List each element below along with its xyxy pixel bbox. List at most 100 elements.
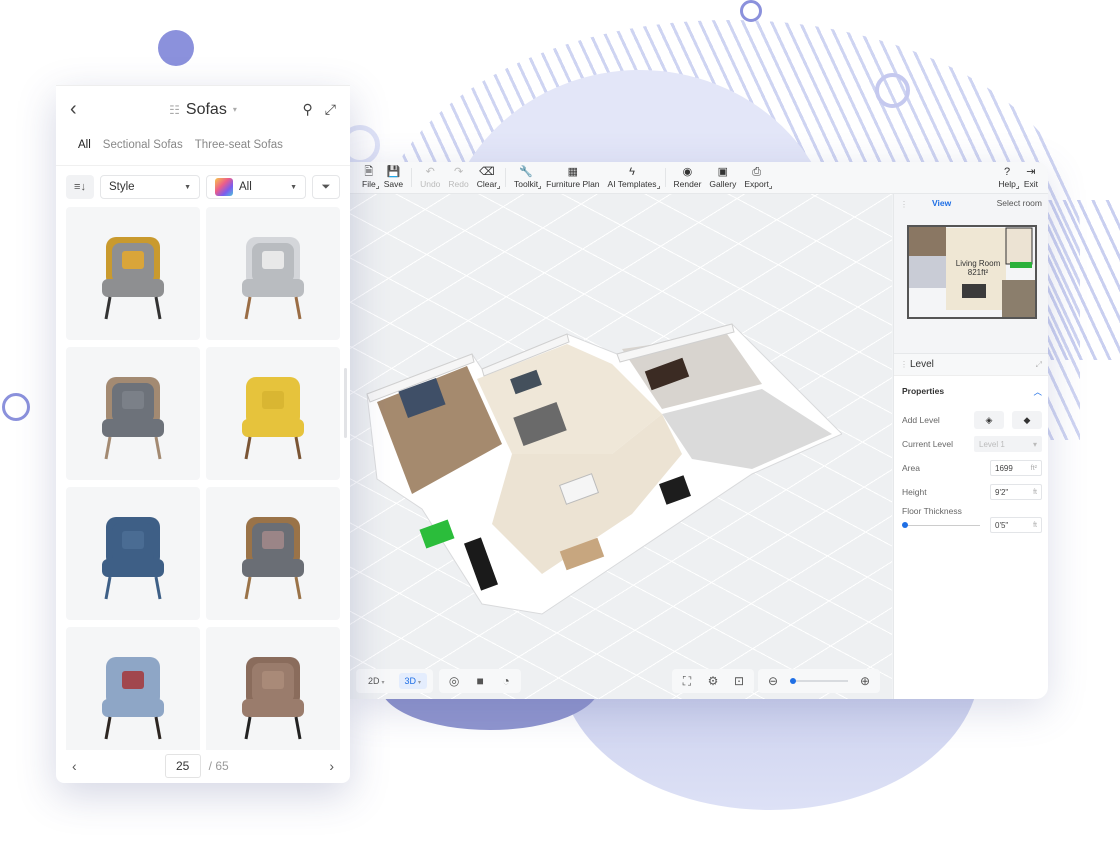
undo-button[interactable]: ↶ Undo — [416, 162, 444, 193]
minimap[interactable]: ⋮ View Select room Living Room 821ft² — [894, 194, 1048, 354]
filter-icon[interactable]: ⏷ — [312, 175, 340, 199]
furniture-plan-button[interactable]: ▦ Furniture Plan — [542, 162, 603, 193]
floor-plan-3d-graphic — [366, 323, 843, 615]
tab-all[interactable]: All — [78, 139, 91, 151]
file-label: File — [362, 179, 376, 189]
back-icon[interactable]: ‹ — [70, 98, 77, 121]
drag-handle-icon[interactable]: ⋮ — [900, 360, 908, 369]
zoom-in-icon[interactable]: ⊕ — [856, 672, 874, 690]
properties-header[interactable]: Properties ︿ — [902, 386, 1042, 398]
decor-ring-top — [740, 0, 762, 22]
minimap-room-label: Living Room — [956, 259, 1001, 268]
chevron-down-icon: ▾ — [232, 105, 237, 114]
clear-label: Clear — [476, 179, 498, 189]
add-level-label: Add Level — [902, 415, 940, 425]
floor-thickness-row: 0'5" ft — [902, 516, 1042, 534]
clear-button[interactable]: ⌫ Clear — [473, 162, 501, 193]
height-field[interactable]: 9'2" ft — [990, 484, 1042, 500]
cube-icon[interactable]: ■ — [471, 672, 489, 690]
product-card[interactable] — [206, 207, 340, 340]
toolkit-button[interactable]: 🔧 Toolkit — [510, 162, 542, 193]
zoom-slider-knob[interactable] — [790, 678, 796, 684]
export-button[interactable]: ⎙ Export — [740, 162, 773, 193]
level-panel-header: ⋮ Level ⤢ — [894, 354, 1048, 376]
product-card[interactable] — [66, 207, 200, 340]
scrollbar[interactable] — [344, 368, 347, 438]
add-level-below-button[interactable]: ◆ — [1012, 411, 1042, 429]
toolbar-divider — [411, 168, 413, 187]
product-card[interactable] — [66, 347, 200, 480]
chair-thumbnail — [242, 656, 304, 739]
furniture-plan-icon: ▦ — [567, 166, 579, 178]
save-button[interactable]: 💾 Save — [380, 162, 407, 193]
category-tabs: All Sectional Sofas Three-seat Sofas — [56, 133, 350, 157]
search-icon[interactable]: ⚲ — [303, 101, 313, 118]
focus-icon[interactable]: ⊡ — [730, 672, 748, 690]
chevron-down-icon: ▼ — [290, 183, 297, 191]
3d-canvas[interactable]: 2D ▾ 3D ▾ ◎ ■ ◔ ⛶ ⚙ ⊡ ⊖ ⊕ — [350, 194, 892, 699]
zoom-slider[interactable] — [790, 678, 848, 684]
color-dropdown[interactable]: All ▼ — [206, 175, 306, 199]
ai-templates-button[interactable]: ϟ AI Templates — [604, 162, 661, 193]
current-level-select[interactable]: Level 1 ▾ — [974, 436, 1042, 452]
sort-button[interactable]: ≡↓ — [66, 175, 94, 199]
camera-frame-icon[interactable]: ⛶ — [678, 672, 696, 690]
chair-thumbnail — [102, 376, 164, 459]
product-card[interactable] — [66, 487, 200, 620]
area-label: Area — [902, 463, 920, 473]
export-label: Export — [744, 179, 769, 189]
chevron-down-icon: ▾ — [381, 680, 385, 686]
next-page-icon[interactable]: › — [329, 758, 334, 774]
gallery-icon: ▣ — [717, 166, 729, 178]
add-level-above-button[interactable]: ◈ — [974, 411, 1004, 429]
redo-icon: ↷ — [453, 166, 464, 178]
drag-handle-icon[interactable]: ⋮ — [900, 200, 908, 209]
current-level-value: Level 1 — [979, 439, 1005, 449]
undo-label: Undo — [420, 179, 441, 189]
right-panel: ⋮ View Select room Living Room 821ft² ⋮ L… — [893, 194, 1048, 699]
help-button[interactable]: ? Help — [994, 162, 1020, 193]
product-card[interactable] — [206, 347, 340, 480]
floor-thickness-unit: ft — [1033, 521, 1037, 529]
product-card[interactable] — [206, 487, 340, 620]
gauge-icon[interactable]: ◔ — [497, 672, 515, 690]
zoom-out-icon[interactable]: ⊖ — [764, 672, 782, 690]
expand-icon[interactable]: ⤢ — [325, 101, 336, 118]
floor-thickness-knob[interactable] — [902, 521, 908, 528]
zoom-bar: ⛶ ⚙ ⊡ ⊖ ⊕ — [672, 669, 880, 693]
expand-icon[interactable]: ⤢ — [1036, 360, 1042, 370]
mode-2d-button[interactable]: 2D ▾ — [362, 673, 391, 689]
redo-button[interactable]: ↷ Redo — [444, 162, 472, 193]
select-room-button[interactable]: Select room — [997, 198, 1042, 208]
minimap-view-tab[interactable]: View — [932, 198, 951, 208]
mode-2d-label: 2D — [368, 676, 380, 686]
product-card[interactable] — [206, 627, 340, 750]
chair-thumbnail — [102, 236, 164, 319]
camera-settings-icon[interactable]: ⚙ — [704, 672, 722, 690]
gallery-button[interactable]: ▣ Gallery — [705, 162, 740, 193]
catalog-panel: ‹ ☷ Sofas ▾ ⚲ ⤢ All Sectional Sofas Three-… — [56, 85, 350, 783]
help-label: Help — [998, 179, 1016, 189]
file-button[interactable]: 🗎 File — [358, 162, 380, 193]
product-card[interactable] — [66, 627, 200, 750]
render-button[interactable]: ◉ Render — [670, 162, 706, 193]
eye-icon[interactable]: ◎ — [445, 672, 463, 690]
category-title: Sofas — [185, 100, 227, 118]
tab-three-seat-sofas[interactable]: Three-seat Sofas — [195, 139, 283, 151]
floor-thickness-value: 0'5" — [995, 520, 1009, 530]
page-input[interactable]: 25 — [164, 754, 201, 778]
floor-plan-3d[interactable] — [362, 314, 843, 634]
prev-page-icon[interactable]: ‹ — [72, 758, 77, 774]
list-icon: ☷ — [169, 102, 180, 117]
tab-sectional-sofas[interactable]: Sectional Sofas — [103, 139, 183, 151]
floor-thickness-field[interactable]: 0'5" ft — [990, 517, 1042, 533]
exit-button[interactable]: ⇥ Exit — [1020, 162, 1042, 193]
chevron-up-icon[interactable]: ︿ — [1033, 386, 1042, 398]
area-field[interactable]: 1699 ft² — [990, 460, 1042, 476]
floor-thickness-slider[interactable] — [902, 521, 980, 528]
mode-3d-button[interactable]: 3D ▾ — [398, 673, 428, 689]
style-dropdown[interactable]: Style ▼ — [100, 175, 200, 199]
minimap-room-area: 821ft² — [968, 268, 989, 277]
category-selector[interactable]: ☷ Sofas ▾ — [169, 101, 237, 119]
minimap-plan[interactable]: Living Room 821ft² — [906, 222, 1038, 322]
